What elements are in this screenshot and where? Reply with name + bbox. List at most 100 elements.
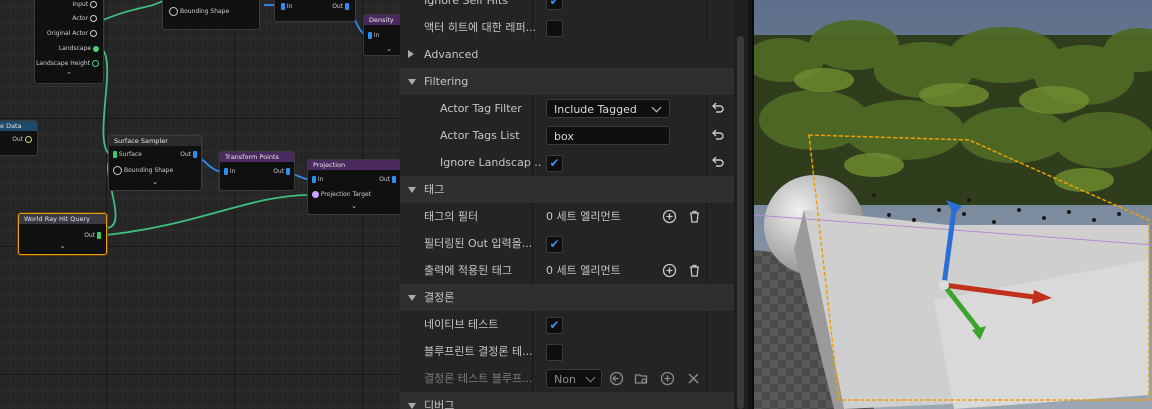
set-element-count: 0 세트 엘리먼트 <box>546 210 621 223</box>
data-pin-icon[interactable] <box>193 151 197 158</box>
chevron-down-icon[interactable]: ⌄ <box>308 202 400 210</box>
projection-node[interactable]: Projection In Out Projection Target ⌄ <box>307 159 400 215</box>
data-pin-icon[interactable] <box>286 168 290 175</box>
pin-icon[interactable] <box>93 45 99 52</box>
caret-down-icon[interactable] <box>408 79 416 85</box>
node-title: Density <box>364 15 400 25</box>
data-pin-icon[interactable] <box>224 168 228 175</box>
level-viewport[interactable] <box>752 0 1152 409</box>
section-filtering[interactable]: Filtering <box>400 68 734 96</box>
row-tag-filter: 태그의 필터 0 세트 엘리먼트 <box>400 203 734 231</box>
pin-label: Projection Target <box>320 191 372 198</box>
section-tags[interactable]: 태그 <box>400 176 734 204</box>
node-title: Surface Sampler <box>109 136 201 146</box>
pin-label: Landscape <box>58 45 92 52</box>
pin-label: Out <box>379 176 391 183</box>
pin-label: Out <box>332 3 344 10</box>
pin-label: Landscape Height <box>36 60 91 67</box>
pin-icon[interactable] <box>92 60 99 67</box>
plus-circle-icon[interactable] <box>660 371 675 386</box>
actor-tag-filter-dropdown[interactable]: Include Tagged <box>546 99 670 118</box>
section-debug[interactable]: 디버그 <box>400 392 734 409</box>
pin-label: In <box>229 168 236 175</box>
browse-icon[interactable] <box>634 371 649 386</box>
dropdown-value: Include Tagged <box>554 103 637 116</box>
node-title: World Ray Hit Query <box>19 214 106 224</box>
actor-hit-ref-checkbox[interactable] <box>546 20 563 37</box>
filtered-out-input-checkbox[interactable]: ✔ <box>546 236 563 253</box>
node-title: e Data <box>0 121 37 131</box>
section-label: 태그 <box>424 183 445 196</box>
caret-down-icon[interactable] <box>408 403 416 409</box>
mid-node[interactable]: In Out <box>274 0 356 22</box>
pin-icon[interactable] <box>25 136 32 143</box>
data-pin-icon[interactable] <box>312 176 316 183</box>
pin-label: Out <box>180 151 192 158</box>
details-scrollbar[interactable] <box>734 0 748 409</box>
row-label: Actor Tag Filter <box>440 102 522 115</box>
data-pin-icon[interactable] <box>113 151 117 158</box>
bounding-shape-icon[interactable] <box>113 166 122 175</box>
expand-chevron-icon[interactable]: ⌃ <box>35 71 103 79</box>
close-icon[interactable] <box>686 371 701 386</box>
data-node[interactable]: e Data Out <box>0 120 38 156</box>
bounding-node[interactable]: Bounding Shape <box>162 0 260 30</box>
chevron-down-icon[interactable]: ⌄ <box>19 242 106 250</box>
native-test-checkbox[interactable]: ✔ <box>546 317 563 334</box>
section-determinism[interactable]: 결정론 <box>400 284 734 312</box>
chevron-down-icon[interactable]: ⌄ <box>364 45 400 53</box>
caret-down-icon[interactable] <box>408 295 416 301</box>
trash-icon[interactable] <box>687 263 702 278</box>
actor-tags-list-input[interactable]: box <box>546 126 670 145</box>
reset-arrow-icon[interactable] <box>711 101 725 115</box>
world-ray-hit-query-node[interactable]: World Ray Hit Query Out ⌄ <box>18 213 107 255</box>
viewport-scene <box>754 0 1152 409</box>
row-actor-tag-filter: Actor Tag Filter Include Tagged <box>400 95 734 123</box>
data-pin-icon[interactable] <box>392 176 396 183</box>
reset-arrow-icon[interactable] <box>711 128 725 142</box>
chevron-down-icon <box>585 372 596 383</box>
row-label: Actor Tags List <box>440 129 520 142</box>
chevron-down-icon[interactable]: ⌄ <box>109 178 201 186</box>
use-selected-icon[interactable] <box>609 371 624 386</box>
section-label: 결정론 <box>424 291 455 304</box>
density-node[interactable]: Density In ⌄ <box>363 14 400 56</box>
scrollbar-thumb[interactable] <box>737 36 744 409</box>
ignore-self-hits-checkbox[interactable]: ✔ <box>546 0 563 10</box>
ignore-landscape-checkbox[interactable]: ✔ <box>546 155 563 172</box>
blueprint-test-checkbox[interactable] <box>546 344 563 361</box>
plus-circle-icon[interactable] <box>662 263 677 278</box>
pin-icon[interactable] <box>90 15 97 22</box>
pin-label: Out <box>84 232 96 239</box>
node-title: Transform Points <box>220 152 294 162</box>
transform-points-node[interactable]: Transform Points In Out <box>219 151 295 191</box>
caret-right-icon[interactable] <box>408 50 414 58</box>
pin-icon[interactable] <box>90 30 97 37</box>
caret-down-icon[interactable] <box>408 187 416 193</box>
row-label: 출력에 적용된 태그 <box>424 264 512 277</box>
data-pin-icon[interactable] <box>97 232 101 239</box>
node-title: Projection <box>308 160 400 170</box>
row-actor-hit-ref: 액터 히트에 대한 레퍼... <box>400 14 734 42</box>
data-pin-icon[interactable] <box>281 3 285 10</box>
row-blueprint-test-detail: 결정론 테스트 블루프... Non <box>400 365 734 393</box>
section-advanced[interactable]: Advanced <box>400 41 734 69</box>
trash-icon[interactable] <box>687 209 702 224</box>
pin-icon[interactable] <box>90 1 97 8</box>
pcg-graph-panel[interactable]: Input Actor Original Actor Landscape Lan… <box>0 0 400 409</box>
plus-circle-icon[interactable] <box>662 209 677 224</box>
blueprint-class-dropdown[interactable]: Non <box>546 369 602 388</box>
surface-sampler-node[interactable]: Surface Sampler Surface Out Bounding Sha… <box>108 135 202 191</box>
reset-arrow-icon[interactable] <box>711 155 725 169</box>
row-native-test: 네이티브 테스트 ✔ <box>400 311 734 339</box>
row-ignore-self-hits: Ignore Self Hits ✔ <box>400 0 734 15</box>
data-pin-icon[interactable] <box>345 3 349 10</box>
data-pin-icon[interactable] <box>368 32 372 39</box>
details-panel: Ignore Self Hits ✔ 액터 히트에 대한 레퍼... Advan… <box>400 0 734 409</box>
input-node[interactable]: Input Actor Original Actor Landscape Lan… <box>34 0 104 84</box>
pin-label: Actor <box>72 15 89 22</box>
bounding-shape-icon[interactable] <box>169 7 178 16</box>
dropdown-value: Non <box>554 373 576 386</box>
pin-icon[interactable] <box>312 191 319 198</box>
set-element-count: 0 세트 엘리먼트 <box>546 264 621 277</box>
